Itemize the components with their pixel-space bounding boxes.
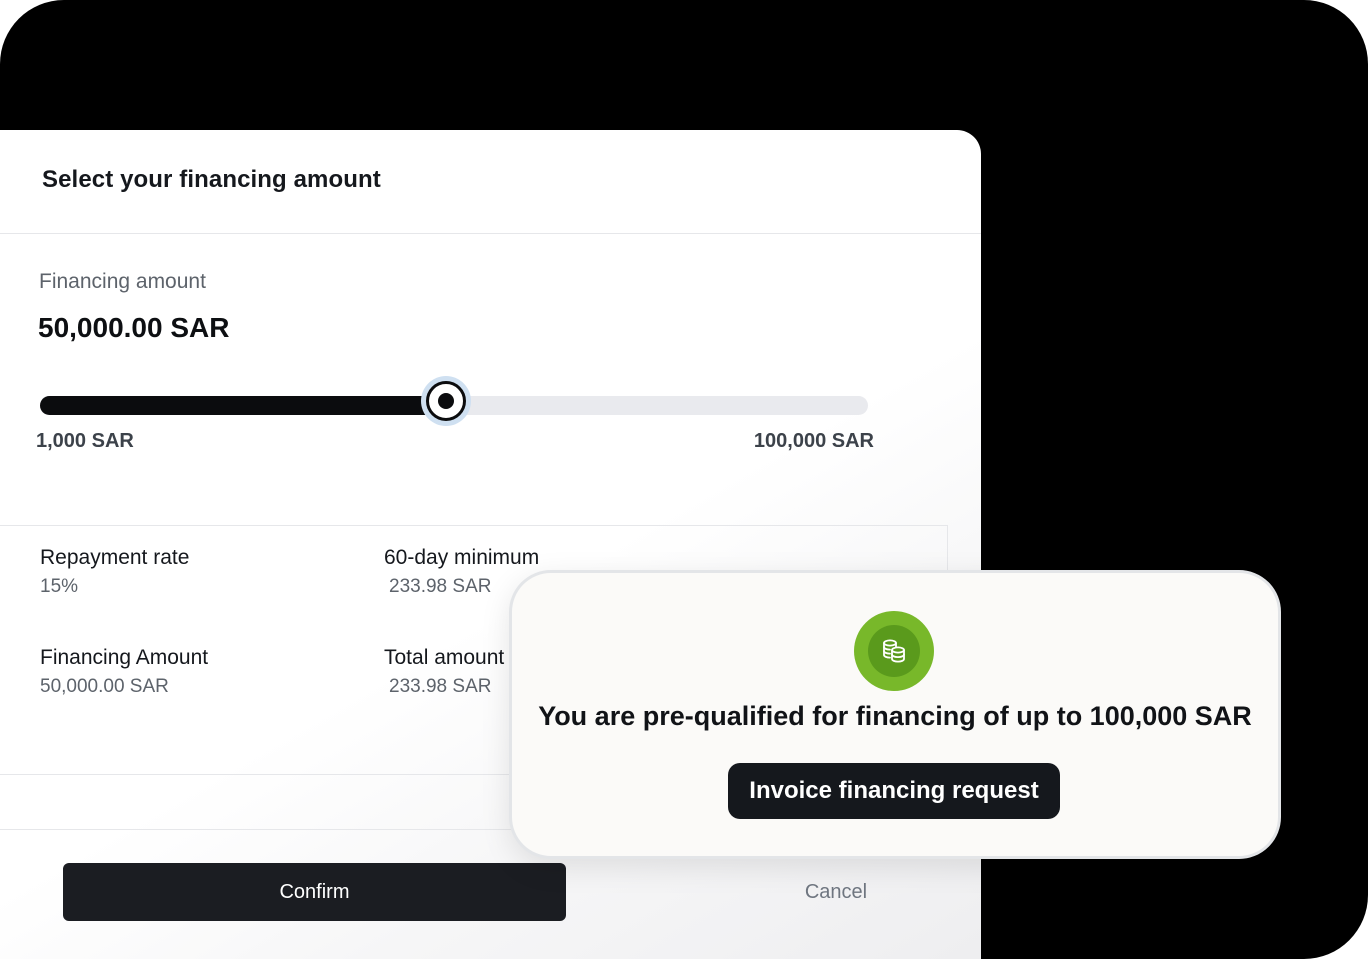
detail-financing-amount: Financing Amount 50,000.00 SAR bbox=[40, 646, 208, 698]
slider-thumb-dot bbox=[437, 393, 454, 409]
amount-slider-fill bbox=[40, 396, 446, 415]
detail-value: 50,000.00 SAR bbox=[40, 676, 169, 697]
detail-value: 15% bbox=[40, 576, 79, 597]
confirm-button[interactable]: Confirm bbox=[63, 863, 566, 921]
panel-title: Select your financing amount bbox=[42, 166, 381, 193]
financing-amount-value: 50,000.00 SAR bbox=[38, 312, 230, 343]
detail-repayment-rate: Repayment rate 15% bbox=[40, 546, 189, 598]
detail-label: Financing Amount bbox=[40, 646, 209, 669]
detail-total-amount: Total amount 233.98 SAR bbox=[384, 646, 504, 698]
coins-badge bbox=[854, 611, 934, 691]
detail-label: Repayment rate bbox=[40, 546, 190, 569]
invoice-financing-request-button[interactable]: Invoice financing request bbox=[728, 763, 1060, 819]
prequalified-card: You are pre-qualified for financing of u… bbox=[509, 570, 1281, 859]
cancel-button[interactable]: Cancel bbox=[760, 863, 912, 921]
background: Select your financing amount Financing a… bbox=[0, 0, 1368, 959]
prequalified-message: You are pre-qualified for financing of u… bbox=[538, 701, 1252, 731]
slider-min-label: 1,000 SAR bbox=[36, 430, 134, 452]
slider-max-label: 100,000 SAR bbox=[753, 430, 874, 452]
coins-icon bbox=[868, 625, 920, 677]
detail-value: 233.98 SAR bbox=[389, 676, 492, 697]
financing-amount-label: Financing amount bbox=[39, 270, 206, 293]
detail-label: Total amount bbox=[384, 646, 505, 669]
amount-slider-thumb[interactable] bbox=[420, 376, 471, 426]
panel-header: Select your financing amount bbox=[0, 130, 981, 234]
detail-label: 60-day minimum bbox=[384, 546, 540, 569]
